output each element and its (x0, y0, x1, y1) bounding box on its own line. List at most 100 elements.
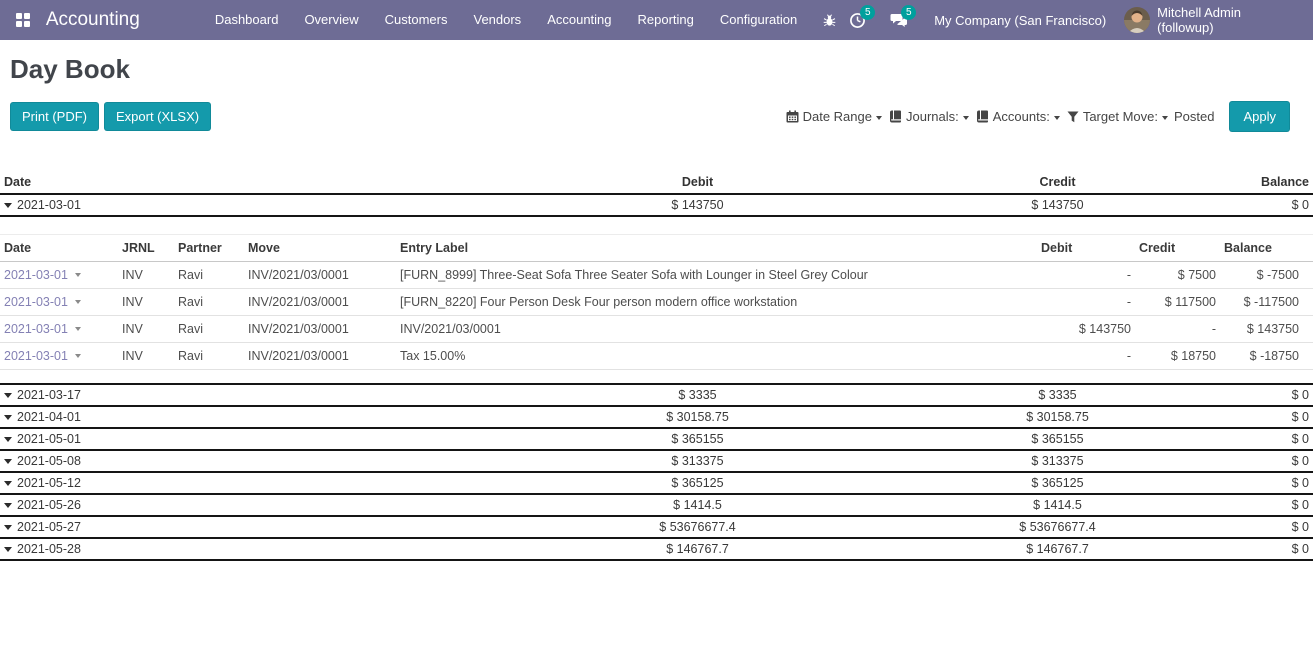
group-toggle[interactable]: 2021-05-27 (0, 516, 460, 538)
filter-funnel-icon (1067, 111, 1079, 123)
date-range-filter[interactable]: Date Range (786, 109, 882, 124)
entry-label-cell: [FURN_8999] Three-Seat Sofa Three Seater… (396, 262, 1037, 289)
nav-item-configuration[interactable]: Configuration (707, 0, 810, 40)
col-header-date: Date (0, 235, 118, 262)
app-name[interactable]: Accounting (46, 9, 140, 31)
balance-cell: $ 0 (1180, 516, 1313, 538)
group-toggle[interactable]: 2021-05-26 (0, 494, 460, 516)
print-pdf-button[interactable]: Print (PDF) (10, 102, 99, 131)
summary-row: 2021-05-12 $ 365125 $ 365125 $ 0 (0, 472, 1313, 494)
company-switcher[interactable]: My Company (San Francisco) (934, 13, 1106, 28)
day-book-report: Day Book Print (PDF) Export (XLSX) Date … (0, 54, 1313, 561)
debug-mode-button[interactable] (822, 13, 837, 28)
detail-row: 2021-03-01 INV Ravi INV/2021/03/0001 Tax… (0, 343, 1313, 370)
col-header-entry-label: Entry Label (396, 235, 1037, 262)
book-icon (976, 110, 989, 123)
debit-cell: - (1037, 289, 1135, 316)
jrnl-cell: INV (118, 343, 174, 370)
caret-down-icon (963, 116, 969, 120)
balance-cell: $ 0 (1180, 472, 1313, 494)
avatar (1124, 7, 1150, 33)
credit-cell: $ 7500 (1135, 262, 1220, 289)
credit-cell: $ 146767.7 (935, 538, 1180, 560)
nav-item-overview[interactable]: Overview (291, 0, 371, 40)
col-header-date: Date (0, 171, 460, 194)
nav-item-accounting[interactable]: Accounting (534, 0, 624, 40)
debit-cell: $ 30158.75 (460, 406, 935, 428)
nav-item-reporting[interactable]: Reporting (625, 0, 707, 40)
nav-item-customers[interactable]: Customers (372, 0, 461, 40)
group-toggle[interactable]: 2021-05-12 (0, 472, 460, 494)
message-count-badge: 5 (901, 5, 916, 20)
summary-row: 2021-05-27 $ 53676677.4 $ 53676677.4 $ 0 (0, 516, 1313, 538)
target-move-filter[interactable]: Target Move: Posted (1067, 109, 1215, 124)
entry-date-link[interactable]: 2021-03-01 (4, 268, 81, 282)
summary-row: 2021-05-26 $ 1414.5 $ 1414.5 $ 0 (0, 494, 1313, 516)
detail-header-row: Date JRNL Partner Move Entry Label Debit… (0, 235, 1313, 262)
entry-label-cell: [FURN_8220] Four Person Desk Four person… (396, 289, 1037, 316)
apps-menu-button[interactable] (0, 0, 46, 40)
entry-date-link[interactable]: 2021-03-01 (4, 349, 81, 363)
partner-cell: Ravi (174, 316, 244, 343)
triangle-down-icon (4, 437, 12, 442)
summary-row: 2021-05-08 $ 313375 $ 313375 $ 0 (0, 450, 1313, 472)
caret-down-icon (876, 116, 882, 120)
summary-table-continued: 2021-03-17 $ 3335 $ 3335 $ 0 2021-04-01 … (0, 383, 1313, 561)
nav-item-vendors[interactable]: Vendors (460, 0, 534, 40)
jrnl-cell: INV (118, 262, 174, 289)
book-icon (889, 110, 902, 123)
debit-cell: $ 365125 (460, 472, 935, 494)
caret-down-icon (75, 300, 81, 304)
balance-cell: $ 0 (1180, 406, 1313, 428)
move-cell: INV/2021/03/0001 (244, 289, 396, 316)
user-name: Mitchell Admin (followup) (1157, 5, 1299, 35)
caret-down-icon (75, 354, 81, 358)
messages-button[interactable]: 5 (890, 12, 908, 28)
debit-cell: - (1037, 343, 1135, 370)
export-xlsx-button[interactable]: Export (XLSX) (104, 102, 211, 131)
group-toggle[interactable]: 2021-05-28 (0, 538, 460, 560)
group-toggle[interactable]: 2021-04-01 (0, 406, 460, 428)
caret-down-icon (75, 327, 81, 331)
target-move-label: Target Move: (1083, 109, 1158, 124)
apply-button[interactable]: Apply (1229, 101, 1290, 132)
group-toggle[interactable]: 2021-05-01 (0, 428, 460, 450)
credit-cell: $ 313375 (935, 450, 1180, 472)
balance-cell: $ 0 (1180, 538, 1313, 560)
accounts-filter[interactable]: Accounts: (976, 109, 1060, 124)
summary-row: 2021-03-17 $ 3335 $ 3335 $ 0 (0, 384, 1313, 406)
credit-cell: $ 365155 (935, 428, 1180, 450)
debit-cell: $ 365155 (460, 428, 935, 450)
col-header-move: Move (244, 235, 396, 262)
entry-date-link[interactable]: 2021-03-01 (4, 322, 81, 336)
col-header-balance: Balance (1220, 235, 1313, 262)
entry-date-link[interactable]: 2021-03-01 (4, 295, 81, 309)
date-range-label: Date Range (803, 109, 872, 124)
entry-label-cell: INV/2021/03/0001 (396, 316, 1037, 343)
debit-cell: $ 3335 (460, 384, 935, 406)
triangle-down-icon (4, 203, 12, 208)
balance-cell: $ 0 (1180, 428, 1313, 450)
caret-down-icon (75, 273, 81, 277)
debit-cell: $ 143750 (460, 194, 935, 216)
group-toggle[interactable]: 2021-03-01 (0, 194, 460, 216)
summary-table: Date Debit Credit Balance 2021-03-01 $ 1… (0, 171, 1313, 217)
entry-label-cell: Tax 15.00% (396, 343, 1037, 370)
activities-button[interactable]: 5 (849, 12, 866, 29)
credit-cell: $ 3335 (935, 384, 1180, 406)
page-title: Day Book (10, 54, 1313, 85)
navbar-systray: 5 5 My Company (San Francisco) Mitchell … (810, 5, 1299, 35)
nav-item-dashboard[interactable]: Dashboard (202, 0, 292, 40)
partner-cell: Ravi (174, 262, 244, 289)
credit-cell: - (1135, 316, 1220, 343)
user-menu[interactable]: Mitchell Admin (followup) (1124, 5, 1299, 35)
bug-icon (822, 13, 837, 28)
balance-cell: $ 0 (1180, 494, 1313, 516)
journals-filter[interactable]: Journals: (889, 109, 969, 124)
summary-row: 2021-03-01 $ 143750 $ 143750 $ 0 (0, 194, 1313, 216)
credit-cell: $ 30158.75 (935, 406, 1180, 428)
group-toggle[interactable]: 2021-03-17 (0, 384, 460, 406)
calendar-icon (786, 110, 799, 123)
group-toggle[interactable]: 2021-05-08 (0, 450, 460, 472)
balance-cell: $ -18750 (1220, 343, 1313, 370)
